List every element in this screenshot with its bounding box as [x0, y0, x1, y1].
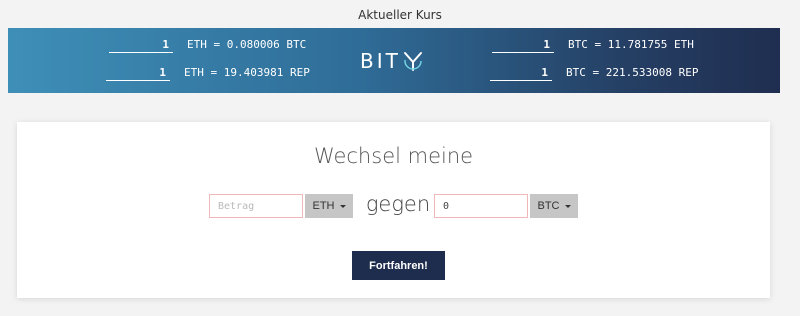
from-currency-dropdown[interactable]: ETH	[305, 194, 353, 218]
rate-text-eth-rep: ETH = 19.403981 REP	[184, 66, 310, 79]
exchange-rate-banner: ETH = 0.080006 BTC ETH = 19.403981 REP B…	[8, 28, 780, 93]
exchange-title: Wechsel meine	[313, 144, 474, 168]
rate-row-eth-btc: ETH = 0.080006 BTC	[109, 36, 306, 53]
rate-row-eth-rep: ETH = 19.403981 REP	[106, 64, 310, 81]
to-currency-dropdown[interactable]: BTC	[530, 194, 578, 218]
from-currency-label: ETH	[312, 200, 335, 212]
exchange-connector: gegen	[365, 192, 431, 216]
rate-amount-input-btc-rep[interactable]	[490, 64, 552, 81]
from-amount-input[interactable]	[209, 194, 303, 218]
bity-logo: BIT	[360, 49, 430, 73]
page-title: Aktueller Kurs	[358, 8, 442, 22]
rate-amount-input-eth-btc[interactable]	[109, 36, 173, 53]
rate-row-btc-rep: BTC = 221.533008 REP	[490, 64, 698, 81]
rate-amount-input-btc-eth[interactable]	[492, 36, 554, 53]
caret-down-icon	[564, 204, 571, 208]
logo-y-icon	[403, 52, 422, 71]
to-currency-label: BTC	[537, 200, 560, 212]
rate-row-btc-eth: BTC = 11.781755 ETH	[492, 36, 694, 53]
rate-amount-input-eth-rep[interactable]	[106, 64, 170, 81]
rate-text-eth-btc: ETH = 0.080006 BTC	[187, 38, 307, 51]
logo-text: BIT	[360, 49, 401, 73]
continue-button[interactable]: Fortfahren!	[352, 251, 445, 280]
rate-text-btc-eth: BTC = 11.781755 ETH	[568, 38, 694, 51]
rate-text-btc-rep: BTC = 221.533008 REP	[566, 66, 699, 79]
caret-down-icon	[339, 204, 346, 208]
exchange-card: Wechsel meine ETH gegen BTC Fortfahren!	[17, 122, 770, 298]
to-amount-input[interactable]	[434, 194, 528, 218]
